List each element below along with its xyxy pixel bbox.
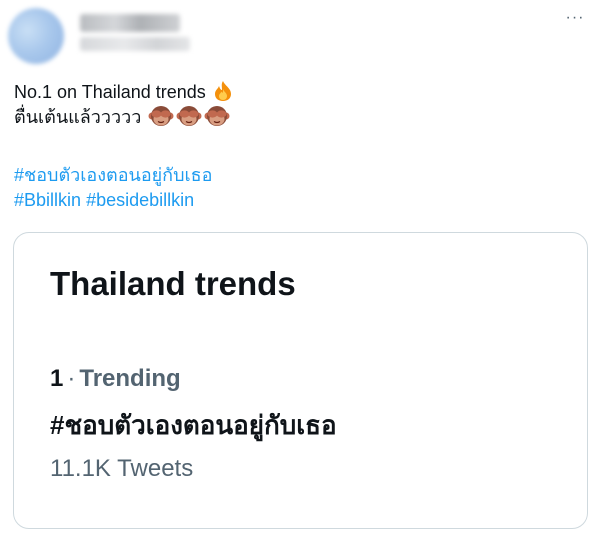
trending-label: Trending <box>79 365 181 392</box>
trend-rank: 1 <box>50 365 64 392</box>
trends-card[interactable]: Thailand trends 1 · Trending #ชอบตัวเองตอน… <box>13 232 588 529</box>
card-title: Thailand trends <box>50 265 296 302</box>
see-no-evil-monkey-icon <box>176 106 202 126</box>
avatar[interactable] <box>8 8 64 64</box>
tweet-text-thai: ตื่นเต้นแล้ววววว <box>14 107 142 127</box>
tweet-text: No.1 on Thailand trends <box>14 82 206 102</box>
fire-emoji-icon <box>214 81 231 101</box>
tweet-text-line-2: ตื่นเต้นแล้ววววว <box>14 104 574 129</box>
tweet-text-line-1: No.1 on Thailand trends <box>14 80 574 104</box>
hashtag-link-bbillkin[interactable]: #Bbillkin <box>14 190 81 210</box>
hashtag-link-besidebillkin[interactable]: #besidebillkin <box>86 190 194 210</box>
more-options-icon[interactable]: ··· <box>562 10 588 32</box>
hashtag-link[interactable]: #ชอบตัวเองตอนอยู่กับเธอ <box>14 164 574 187</box>
see-no-evil-monkey-icon <box>148 106 174 126</box>
trend-meta: 1 · Trending <box>50 365 181 393</box>
tweet[interactable]: ··· No.1 on Thailand trends ตื่นเต้นแล้ว… <box>0 0 600 541</box>
trend-tweet-count: 11.1K Tweets <box>50 455 194 482</box>
hashtag-line-2: #Bbillkin #besidebillkin <box>14 189 574 212</box>
username-blurred[interactable] <box>80 37 190 51</box>
see-no-evil-monkey-icon <box>204 106 230 126</box>
separator: · <box>67 365 76 392</box>
display-name-blurred[interactable] <box>80 14 180 32</box>
trend-hashtag: #ชอบตัวเองตอนอยู่กับเธอ <box>50 410 337 440</box>
